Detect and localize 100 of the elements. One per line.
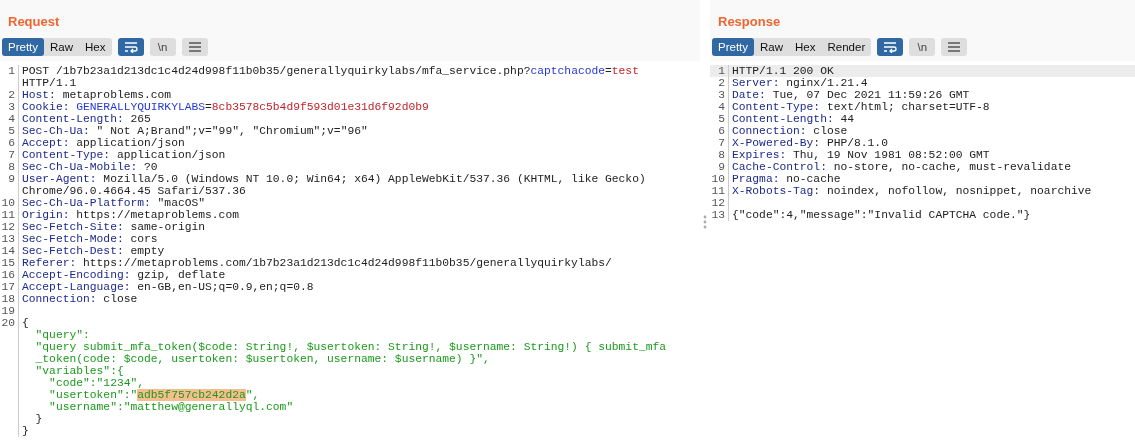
code-text: {"code":4,"message":"Invalid CAPTCHA code."} (732, 209, 1031, 221)
code-text: HTTP/1.1 (22, 77, 77, 89)
word-wrap-button[interactable] (877, 38, 904, 56)
header-name: X-Robots-Tag: (732, 185, 821, 197)
header-name: Accept-Language: (22, 281, 131, 293)
body-text: "variables":{ (34, 365, 124, 377)
panel-title: Request (8, 14, 60, 29)
code-text: HTTP/1.1 200 OK (732, 65, 834, 77)
param-name: GENERALLYQUIRKYLABS (76, 101, 206, 113)
header-name: Date: (732, 89, 766, 101)
line-number: 1 (710, 65, 729, 77)
code-text: nginx/1.21.4 (785, 77, 868, 89)
word-wrap-button[interactable] (117, 38, 144, 56)
header-name: Content-Length: (732, 113, 834, 125)
view-tab[interactable]: Pretty (2, 38, 45, 56)
header-name: Sec-Ch-Ua: (22, 125, 90, 137)
code-text: 44 (839, 113, 855, 125)
view-tab[interactable]: Pretty (712, 38, 755, 56)
header-name: Accept-Encoding: (22, 269, 131, 281)
code-text: "macOS" (156, 197, 206, 209)
code-text: text/html; charset=UTF-8 (825, 101, 990, 113)
line-number: 13 (0, 233, 19, 245)
header-name: Sec-Fetch-Dest: (22, 245, 124, 257)
header-name: Sec-Ch-Ua-Platform: (22, 197, 151, 209)
line-number: 17 (0, 281, 19, 293)
header-name: Content-Type: (732, 101, 821, 113)
body-text: "username":"matthew@generallyql.com" (48, 401, 294, 413)
code-text: application/json (75, 137, 185, 149)
header-name: Cookie: (22, 101, 71, 113)
menu-button[interactable] (941, 38, 968, 56)
code-text: { (22, 317, 29, 329)
code-text: close (812, 125, 848, 137)
line-number: 12 (710, 197, 729, 209)
param-name: captchacode (530, 65, 606, 77)
line-number: 20 (0, 317, 19, 437)
line-number: 4 (0, 113, 19, 125)
newline-toggle-button[interactable]: \n (149, 38, 176, 56)
wrap-icon (122, 41, 139, 53)
code-text: close (102, 293, 138, 305)
highlighted-text: adb5f757cb242d2a (137, 389, 246, 401)
line-number: 1 (0, 65, 19, 89)
body-text: "query": (34, 329, 90, 341)
code-text: Chrome/96.0.4664.45 Safari/537.36 (22, 185, 246, 197)
line-number: 9 (0, 173, 19, 197)
line-number: 6 (710, 125, 729, 137)
line-number: 4 (710, 101, 729, 113)
code-text: Mozilla/5.0 (Windows NT 10.0; Win64; x64) AppleWebKit/537.36 (KHTML, like Gecko) (102, 173, 646, 185)
line-number: 14 (0, 245, 19, 257)
newline-toggle-button[interactable]: \n (909, 38, 936, 56)
code-text: ?0 (143, 161, 158, 173)
header-name: Accept: (22, 137, 70, 149)
line-number: 7 (710, 137, 729, 149)
header-name: Host: (22, 89, 56, 101)
line-number: 9 (710, 161, 729, 173)
view-tab[interactable]: Render (821, 38, 872, 56)
line-number: 2 (710, 77, 729, 89)
line-number: 11 (0, 209, 19, 221)
code-text: } (34, 413, 43, 425)
view-tab[interactable]: Hex (789, 38, 822, 56)
line-number: 18 (0, 293, 19, 305)
line-number: 8 (0, 161, 19, 173)
menu-icon (947, 42, 962, 52)
line-number: 8 (710, 149, 729, 161)
code-text: = (605, 65, 612, 77)
view-tab[interactable]: Raw (44, 38, 80, 56)
code-text: no-store, no-cache, must-revalidate (832, 161, 1071, 173)
line-number: 6 (0, 137, 19, 149)
line-number: 3 (710, 89, 729, 101)
splitter-handle-icon[interactable] (703, 214, 707, 229)
line-number: 5 (0, 125, 19, 137)
header-name: Origin: (22, 209, 70, 221)
param-value: 8cb3578c5b4d9f593d01e31d6f92d0b9 (211, 101, 429, 113)
code-text: } (22, 425, 29, 437)
header-name: X-Powered-By: (732, 137, 821, 149)
line-number: 15 (0, 257, 19, 269)
menu-button[interactable] (181, 38, 208, 56)
code-text: empty (129, 245, 165, 257)
body-text: ", (245, 389, 260, 401)
header-name: User-Agent: (22, 173, 97, 185)
line-number: 11 (710, 185, 729, 197)
line-number: 16 (0, 269, 19, 281)
line-number: 13 (710, 209, 729, 221)
code-text: no-cache (785, 173, 841, 185)
line-number: 7 (0, 149, 19, 161)
code-text: POST /1b7b23a1d213dc1c4d24d998f11b0b35/generallyquirkylabs/mfa_service.php? (22, 65, 531, 77)
code-text: 265 (129, 113, 151, 125)
header-name: Pragma: (732, 173, 780, 185)
body-text: "query submit_mfa_token($code: String!, $usertoken: String!, $username: String!) { submit_mfa (34, 341, 667, 353)
line-number: 12 (0, 221, 19, 233)
header-name: Cache-Control: (732, 161, 827, 173)
code-text: metaproblems.com (61, 89, 172, 101)
line-number: 3 (0, 101, 19, 113)
body-text: _token(code: $code, usertoken: $usertoken, username: $username) }", (34, 353, 490, 365)
code-text: PHP/8.1.0 (825, 137, 888, 149)
header-name: Connection: (22, 293, 97, 305)
line-number: 5 (710, 113, 729, 125)
view-tab[interactable]: Raw (754, 38, 790, 56)
line-number: 10 (0, 197, 19, 209)
param-value: test (611, 65, 639, 77)
view-tab[interactable]: Hex (79, 38, 112, 56)
